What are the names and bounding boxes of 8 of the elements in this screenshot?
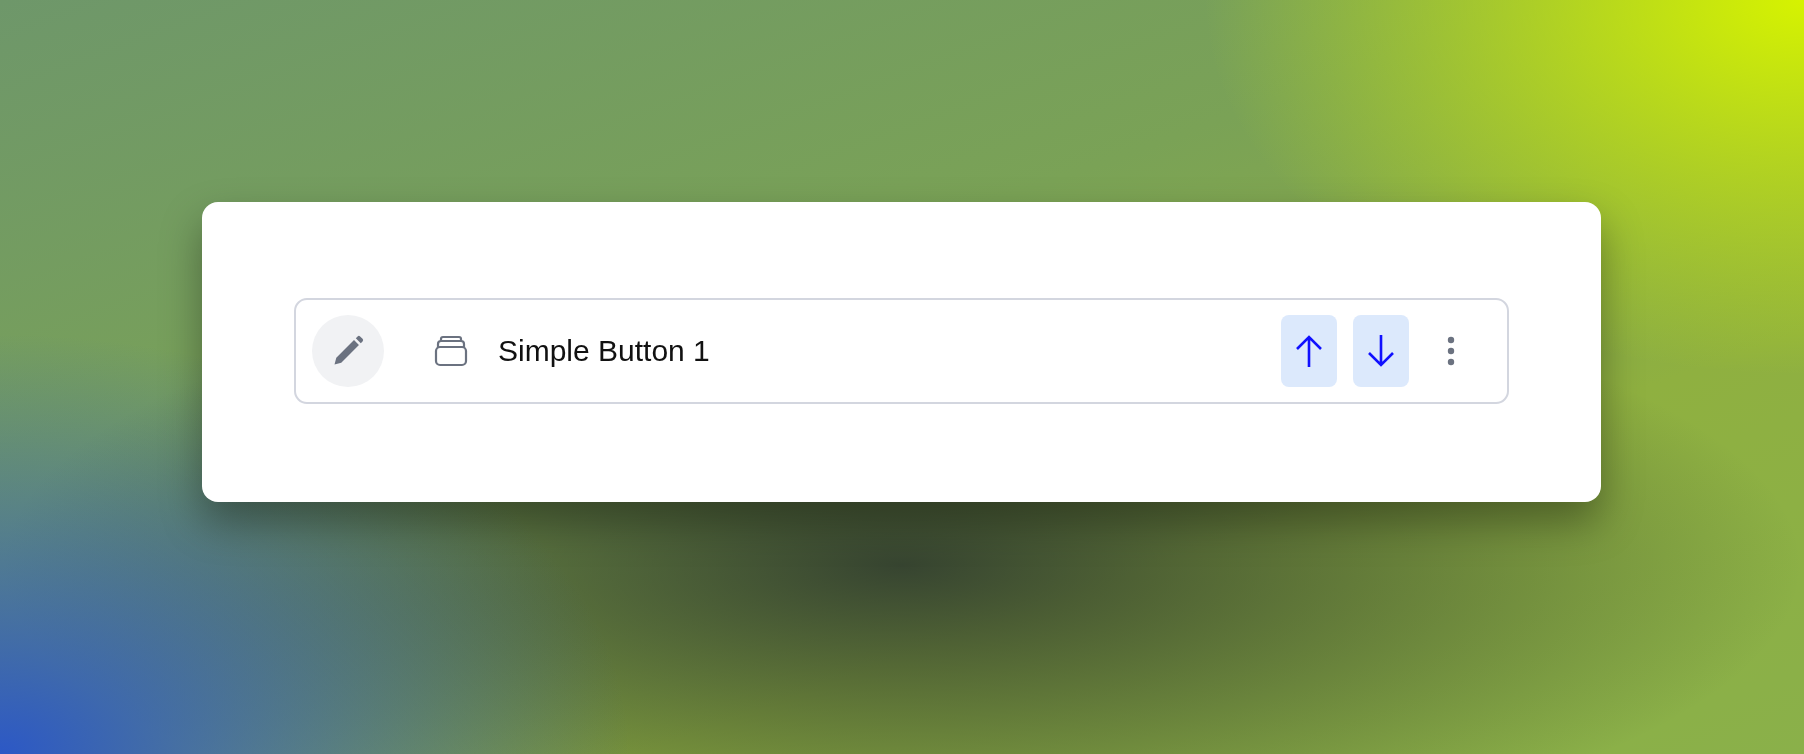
item-label: Simple Button 1 bbox=[498, 334, 711, 368]
move-up-button[interactable] bbox=[1281, 315, 1337, 387]
more-button[interactable] bbox=[1445, 336, 1457, 366]
stack-icon bbox=[434, 335, 468, 367]
more-icon bbox=[1445, 336, 1457, 366]
arrow-down-icon bbox=[1366, 334, 1396, 368]
arrow-up-icon bbox=[1294, 334, 1324, 368]
move-down-button[interactable] bbox=[1353, 315, 1409, 387]
